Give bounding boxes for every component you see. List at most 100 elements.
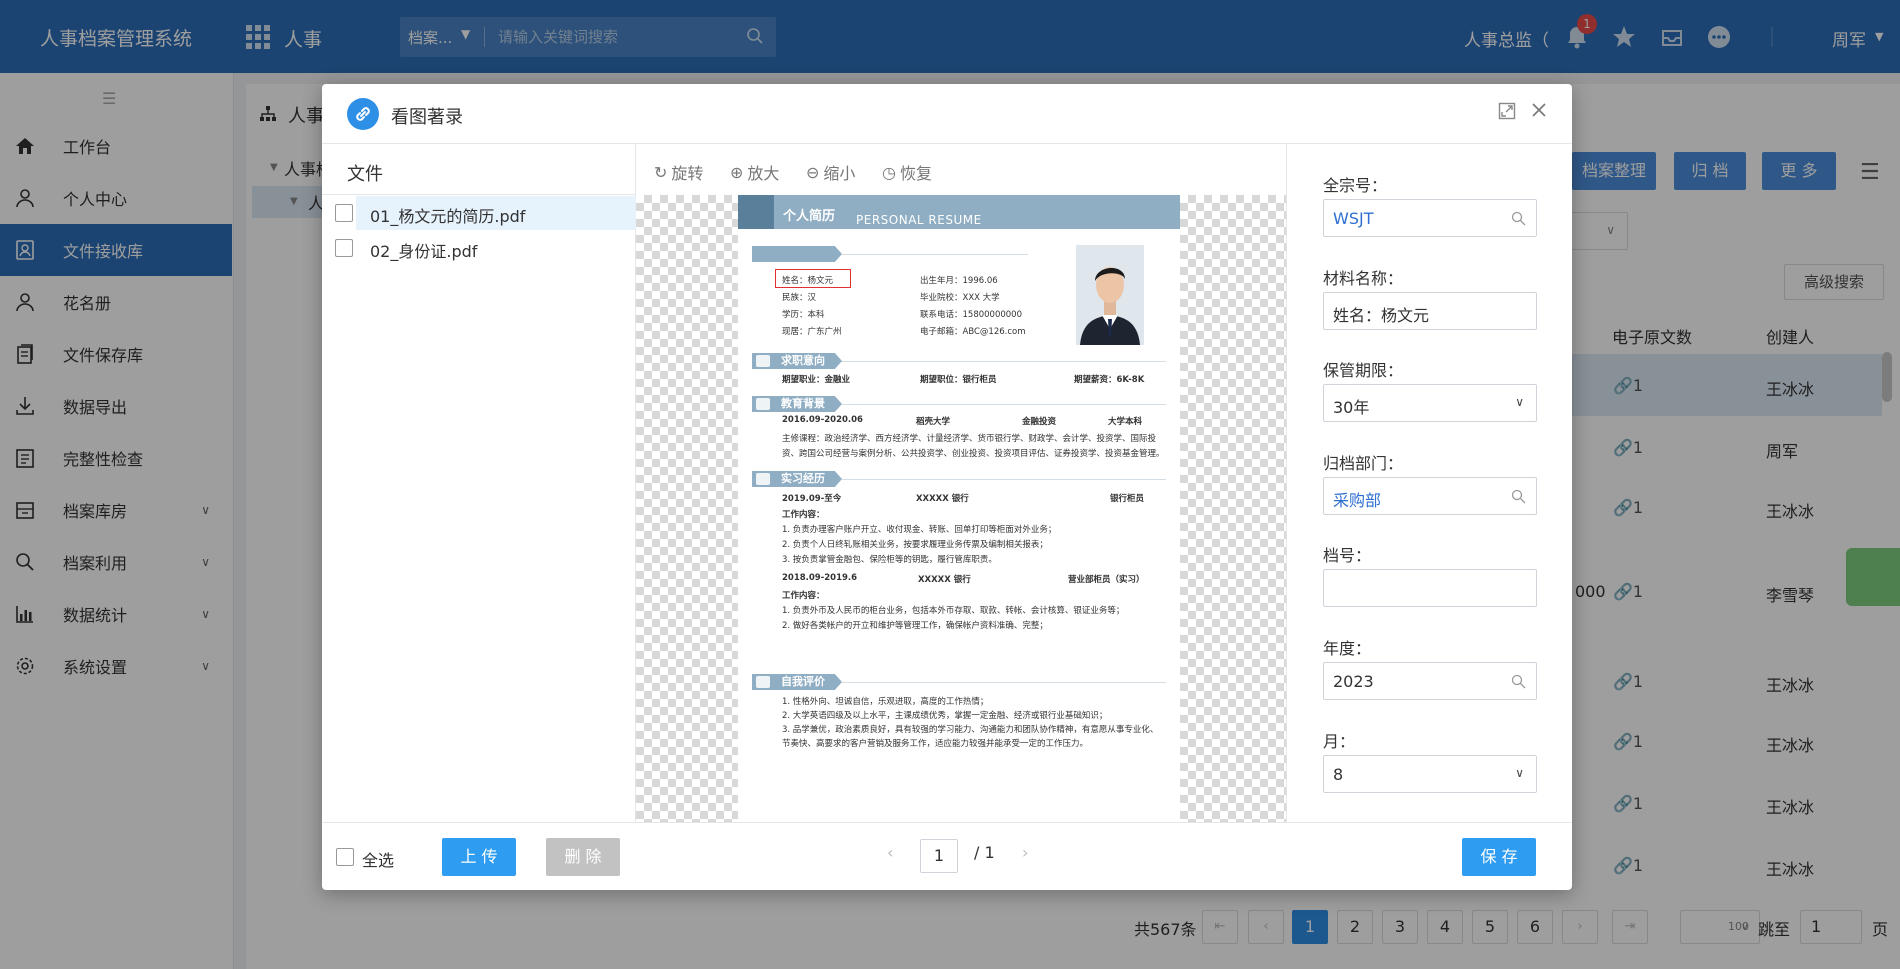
field-label: 材料名称： bbox=[1323, 269, 1404, 288]
chevron-down-icon: ∨ bbox=[1515, 395, 1524, 409]
delete-button[interactable]: 删 除 bbox=[546, 838, 620, 876]
resume-text: 2018.09-2019.6 bbox=[782, 573, 858, 583]
resume-text: 营业部柜员（实习） bbox=[1068, 575, 1145, 585]
target-icon bbox=[756, 355, 770, 367]
divider bbox=[322, 194, 636, 195]
resume-text: 学历：本科 bbox=[782, 310, 825, 320]
resume-text: 1. 性格外向、坦诚自信，乐观进取，高度的工作热情； bbox=[782, 697, 989, 707]
file-item[interactable]: 01_杨文元的简历.pdf bbox=[322, 196, 636, 230]
resume-text: 现居：广东广州 bbox=[782, 327, 842, 337]
resume-text: 电子邮箱：ABC@126.com bbox=[920, 327, 1026, 337]
divider bbox=[842, 682, 1166, 683]
resume-text: 金融投资 bbox=[1022, 417, 1057, 427]
zoom-out-button[interactable]: ⊖ 缩小 bbox=[806, 160, 855, 184]
upload-button[interactable]: 上 传 bbox=[442, 838, 516, 876]
viewer-toolbar: ↻ 旋转 ⊕ 放大 ⊖ 缩小 ◷ 恢复 bbox=[636, 144, 1286, 194]
resume-text: 毕业院校：XXX 大学 bbox=[920, 293, 1000, 303]
resume-header: 个人简历 PERSONAL RESUME bbox=[738, 195, 1180, 229]
resume-title-en: PERSONAL RESUME bbox=[856, 213, 982, 227]
resume-text: XXXXX 银行 bbox=[918, 575, 971, 585]
profile-photo bbox=[1076, 245, 1144, 345]
resume-text: 民族：汉 bbox=[782, 293, 817, 303]
zoom-in-button[interactable]: ⊕ 放大 bbox=[730, 160, 779, 184]
viewer-canvas[interactable]: 个人简历 PERSONAL RESUME 姓名：杨文元 出生年月：1996.06… bbox=[636, 195, 1286, 822]
archive-number-field[interactable] bbox=[1323, 569, 1537, 607]
search-icon[interactable] bbox=[1511, 674, 1526, 693]
material-name-field[interactable]: 姓名：杨文元 bbox=[1323, 292, 1537, 330]
fonds-number-field[interactable]: WSJT bbox=[1323, 199, 1537, 237]
edit-icon bbox=[756, 676, 770, 688]
resume-text: 期望职业：金融业 bbox=[782, 375, 851, 385]
resume-text: 大学本科 bbox=[1108, 417, 1143, 427]
zoom-out-icon: ⊖ bbox=[806, 162, 820, 182]
search-icon[interactable] bbox=[1511, 211, 1526, 230]
resume-text: 2016.09-2020.06 bbox=[782, 415, 863, 425]
field-label: 归档部门： bbox=[1323, 454, 1404, 473]
save-button[interactable]: 保 存 bbox=[1462, 838, 1536, 876]
link-icon bbox=[347, 98, 379, 130]
file-item[interactable]: 02_身份证.pdf bbox=[322, 231, 636, 265]
maximize-icon[interactable] bbox=[1498, 102, 1516, 124]
file-list-header: 文件 bbox=[347, 164, 383, 185]
field-label: 档号： bbox=[1323, 546, 1372, 565]
year-field[interactable]: 2023 bbox=[1323, 662, 1537, 700]
resume-text: 2. 做好各类帐户的开立和维护等管理工作，确保帐户资料准确、完整； bbox=[782, 621, 1048, 631]
page-number-input[interactable]: 1 bbox=[920, 839, 958, 873]
file-checkbox[interactable] bbox=[335, 239, 353, 257]
resume-text: 1. 负责办理客户账户开立、收付现金、转账、回单打印等柜面对外业务； bbox=[782, 525, 1057, 535]
search-icon[interactable] bbox=[1511, 489, 1526, 508]
resume-text: 2. 大学英语四级及以上水平，主课成绩优秀，掌握一定金融、经济或银行业基础知识； bbox=[782, 711, 1108, 721]
file-name[interactable]: 01_杨文元的简历.pdf bbox=[370, 203, 525, 227]
divider bbox=[842, 361, 1166, 362]
file-list-panel: 文件 01_杨文元的简历.pdf 02_身份证.pdf bbox=[322, 144, 636, 822]
briefcase-icon bbox=[756, 473, 770, 485]
rotate-icon: ↻ bbox=[654, 162, 668, 182]
dialog-header: 看图著录 bbox=[322, 84, 1572, 144]
select-all-label[interactable]: 全选 bbox=[362, 847, 394, 871]
resume-text: 3. 按负责掌管金融包、保险柜等的钥匙，履行管库职责。 bbox=[782, 555, 997, 565]
select-all-checkbox[interactable] bbox=[336, 848, 354, 866]
resume-text: 姓名：杨文元 bbox=[782, 276, 834, 286]
resume-text: 工作内容： bbox=[782, 510, 825, 520]
close-icon[interactable] bbox=[1530, 101, 1548, 123]
graduation-icon bbox=[756, 398, 770, 410]
section-title: 求职意向 bbox=[781, 354, 825, 367]
chevron-down-icon: ∨ bbox=[1515, 766, 1524, 780]
prev-page-icon[interactable]: ‹ bbox=[887, 843, 893, 862]
resume-text: 2. 负责个人日终轧账相关业务，按要求履理业务传票及编制相关报表； bbox=[782, 540, 1048, 550]
file-checkbox[interactable] bbox=[335, 204, 353, 222]
image-cataloging-dialog: 看图著录 文件 01_杨文元的简历.pdf 02_身份证.pdf ↻ 旋转 ⊕ 放大… bbox=[322, 84, 1572, 890]
section-title: 教育背景 bbox=[781, 397, 825, 410]
section-title: 自我评价 bbox=[781, 675, 825, 688]
metadata-form: 全宗号： WSJT 材料名称： 姓名：杨文元 保管期限： 30年 ∨ 归档部门：… bbox=[1286, 144, 1572, 822]
resume-text: 资、跨国公司经营与案例分析、公共投资学、创业投资、投资项目评估、证券投资学、投资… bbox=[782, 449, 1165, 459]
resume-text: 期望职位：银行柜员 bbox=[920, 375, 997, 385]
zoom-in-icon: ⊕ bbox=[730, 162, 744, 182]
file-name[interactable]: 02_身份证.pdf bbox=[370, 238, 477, 262]
divider bbox=[842, 479, 1166, 480]
resume-title-cn: 个人简历 bbox=[783, 209, 836, 224]
resume-text: 工作内容： bbox=[782, 591, 825, 601]
field-label: 年度： bbox=[1323, 639, 1372, 658]
next-page-icon[interactable]: › bbox=[1022, 843, 1028, 862]
reset-button[interactable]: ◷ 恢复 bbox=[882, 160, 932, 184]
rotate-button[interactable]: ↻ 旋转 bbox=[654, 160, 703, 184]
resume-text: 2019.09-至今 bbox=[782, 494, 842, 504]
resume-text: 主修课程：政治经济学、西方经济学、计量经济学、货币银行学、财政学、会计学、投资学… bbox=[782, 434, 1157, 444]
document-viewer: ↻ 旋转 ⊕ 放大 ⊖ 缩小 ◷ 恢复 个人简历 PERSONAL RESUME 姓名：… bbox=[636, 144, 1286, 822]
resume-text: 节奏快、高要求的客户营销及服务工作，适应能力较强并能承受一定的工作压力。 bbox=[782, 739, 1089, 749]
field-label: 全宗号： bbox=[1323, 176, 1388, 195]
dialog-footer: 全选 上 传 删 除 ‹ 1 / 1 › 保 存 bbox=[322, 822, 1572, 890]
resume-text: 3. 品学兼优，政治素质良好，具有较强的学习能力、沟通能力和团队协作精神，有意愿… bbox=[782, 725, 1159, 735]
field-label: 月： bbox=[1323, 732, 1356, 751]
divider bbox=[842, 254, 1028, 255]
resume-page: 个人简历 PERSONAL RESUME 姓名：杨文元 出生年月：1996.06… bbox=[738, 195, 1180, 822]
resume-text: 期望薪资：6K-8K bbox=[1074, 375, 1145, 385]
resume-text: XXXXX 银行 bbox=[916, 494, 969, 504]
resume-text: 联系电话：15800000000 bbox=[920, 310, 1022, 320]
month-select[interactable]: 8 ∨ bbox=[1323, 755, 1537, 793]
archive-department-field[interactable]: 采购部 bbox=[1323, 477, 1537, 515]
retention-period-select[interactable]: 30年 ∨ bbox=[1323, 384, 1537, 422]
field-label: 保管期限： bbox=[1323, 361, 1404, 380]
resume-text: 稻壳大学 bbox=[916, 417, 951, 427]
